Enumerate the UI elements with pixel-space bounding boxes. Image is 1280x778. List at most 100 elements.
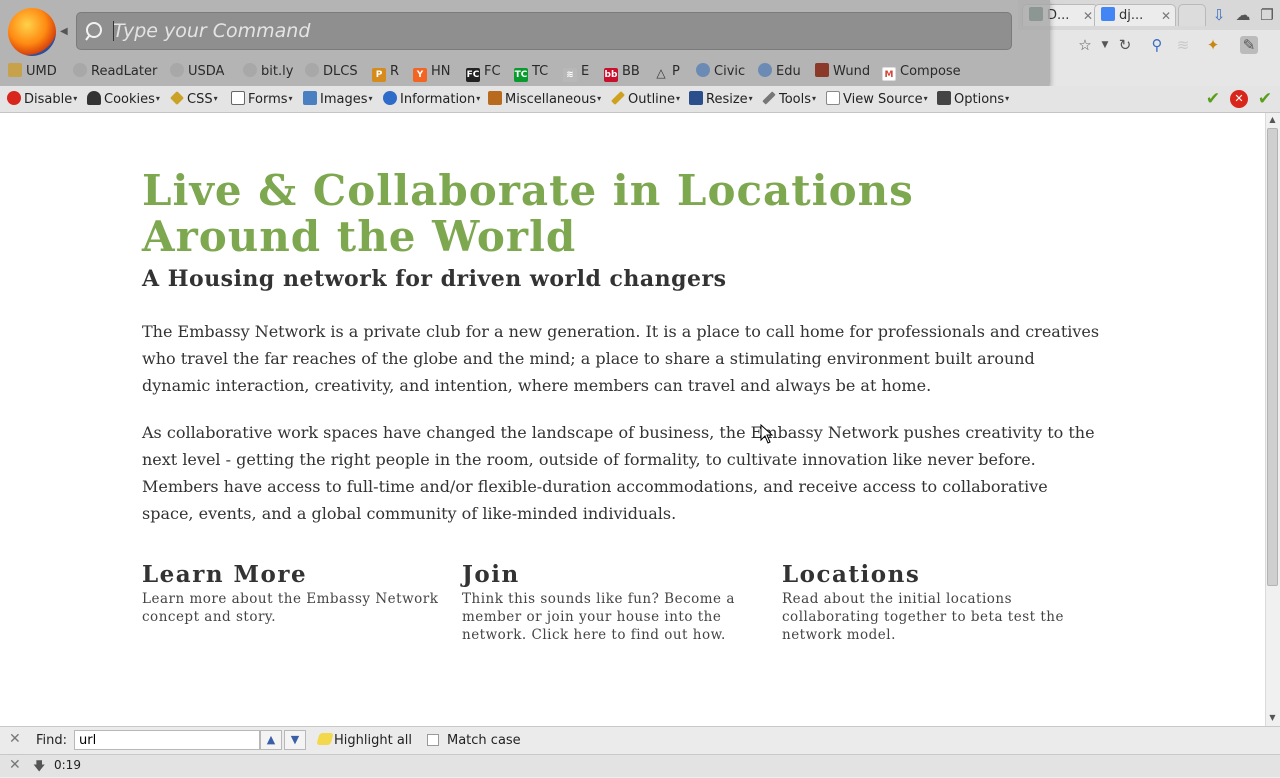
find-input[interactable] [74,730,260,750]
locations-text: Read about the initial locations collabo… [782,591,1064,643]
menu-label: Cookies [104,92,155,107]
menu-label: Options [954,92,1005,107]
highlighter-icon [316,733,334,745]
menu-label: View Source [843,92,923,107]
menu-miscellaneous[interactable]: Miscellaneous▾ [488,90,601,108]
bookmark-readlater[interactable]: ReadLater [73,62,157,82]
join-section[interactable]: Join Think this sounds like fun? Become … [462,560,752,644]
close-status-icon[interactable]: ✕ [9,758,21,772]
command-input[interactable] [113,17,993,45]
menu-forms[interactable]: Forms▾ [231,90,293,108]
join-heading[interactable]: Join [462,560,752,590]
bookmark-civic[interactable]: Civic [696,62,745,82]
menu-label: Miscellaneous [505,92,597,107]
tab-strip: D... ✕ dj... ✕ ⇩ ☁ ❐ [1018,0,1280,30]
menu-label: Outline [628,92,676,107]
html-valid-icon[interactable]: ✔ [1256,90,1274,108]
menu-disable[interactable]: Disable▾ [7,90,77,108]
web-developer-toolbar: Disable▾ Cookies▾ CSS▾ Forms▾ Images▾ In… [0,86,1280,113]
bookmark-edu[interactable]: Edu [758,62,801,82]
css-valid-icon[interactable]: ✔ [1204,90,1222,108]
bookmark-e[interactable]: ≋ E [563,62,589,82]
firefox-icon[interactable] [8,8,56,56]
bookmark-umd[interactable]: UMD [8,62,57,82]
miscellaneous-icon [488,91,502,105]
menu-images[interactable]: Images▾ [303,90,373,108]
disable-icon [7,91,21,105]
bookmark-star-icon[interactable]: ☆ [1076,36,1094,54]
globe-icon [305,63,319,77]
scroll-down-icon[interactable]: ▼ [1266,712,1279,724]
highlight-all-button[interactable]: Highlight all [316,733,412,748]
find-next-button[interactable]: ▼ [284,730,306,750]
bookmark-tc[interactable]: TC TC [514,62,548,82]
menu-information[interactable]: Information▾ [383,90,480,108]
bookmark-fc[interactable]: FC FC [466,62,501,82]
bookmark-label: BB [622,64,640,79]
new-tab-button[interactable] [1178,4,1206,26]
menu-cookies[interactable]: Cookies▾ [87,90,160,108]
history-dropdown-icon[interactable]: ▼ [1096,36,1114,54]
menu-view-source[interactable]: View Source▾ [826,90,928,108]
options-icon [937,91,951,105]
match-case-label[interactable]: Match case [447,733,521,748]
menu-css[interactable]: CSS▾ [170,90,218,108]
bookmark-compose[interactable]: M Compose [882,62,961,82]
join-text: Think this sounds like fun? Become a mem… [462,591,735,643]
javascript-error-icon[interactable]: ✕ [1230,90,1248,108]
bookmark-label: HN [431,64,451,79]
triangle-icon: △ [656,66,666,80]
bookmark-p[interactable]: △ P [654,62,680,82]
bookmark-label: Wund [833,64,871,79]
navbar-right: ☆ ▼ ↻ ⚲ ≋ ✦ ✎ [1018,30,1280,60]
learn-more-section[interactable]: Learn More Learn more about the Embassy … [142,560,442,626]
rss-icon[interactable]: ≋ [1174,36,1192,54]
bookmark-bitly[interactable]: bit.ly [243,62,293,82]
search-icon[interactable]: ⚲ [1148,36,1166,54]
bookmark-dlcs[interactable]: DLCS [305,62,358,82]
command-box[interactable] [76,12,1012,50]
menu-label: Forms [248,92,288,107]
bookmark-usda[interactable]: USDA [170,62,224,82]
menu-resize[interactable]: Resize▾ [689,90,753,108]
scroll-up-icon[interactable]: ▲ [1266,114,1279,126]
page-subheadline: A Housing network for driven world chang… [142,266,727,292]
bookmark-hn[interactable]: Y HN [413,62,451,82]
menu-icon[interactable]: ✎ [1240,36,1258,54]
menu-options[interactable]: Options▾ [937,90,1009,108]
tab-list-icon[interactable]: ⇩ [1210,6,1228,24]
bookmark-label: DLCS [323,64,358,79]
locations-section[interactable]: Locations Read about the initial locatio… [782,560,1082,644]
folder-icon [8,63,22,77]
menu-outline[interactable]: Outline▾ [611,90,680,108]
bookmark-label: USDA [188,64,225,79]
addon-icon[interactable]: ✦ [1204,36,1222,54]
bookmark-wund[interactable]: Wund [815,62,870,82]
bookmark-label: TC [532,64,549,79]
learn-more-heading[interactable]: Learn More [142,560,442,590]
intro-paragraph: As collaborative work spaces have change… [142,423,1095,523]
menu-tools[interactable]: Tools▾ [762,90,816,108]
bookmark-label: P [672,64,680,79]
find-label: Find: [36,733,68,748]
find-previous-button[interactable]: ▲ [260,730,282,750]
reload-icon[interactable]: ↻ [1116,36,1134,54]
download-icon[interactable]: 🡇 [33,757,45,778]
scrollbar-thumb[interactable] [1267,128,1278,586]
close-tab-icon[interactable]: ✕ [1161,5,1171,27]
cloud-icon[interactable]: ☁ [1234,6,1252,24]
bookmark-bb[interactable]: bb BB [604,62,640,82]
page-headline: Live & Collaborate in Locations Around t… [142,166,914,261]
globe-icon [170,63,184,77]
close-find-icon[interactable]: ✕ [9,732,21,746]
window-restore-icon[interactable]: ❐ [1258,6,1276,24]
locations-heading[interactable]: Locations [782,560,1082,590]
match-case-checkbox[interactable] [427,734,439,746]
tab-google-search[interactable]: dj... ✕ [1094,4,1176,26]
back-arrow-icon[interactable]: ◀ [60,26,68,37]
tools-icon [762,91,776,105]
bookmark-label: Edu [776,64,801,79]
close-tab-icon[interactable]: ✕ [1083,5,1093,27]
search-icon [85,22,102,41]
bookmark-r[interactable]: PR [372,62,399,82]
